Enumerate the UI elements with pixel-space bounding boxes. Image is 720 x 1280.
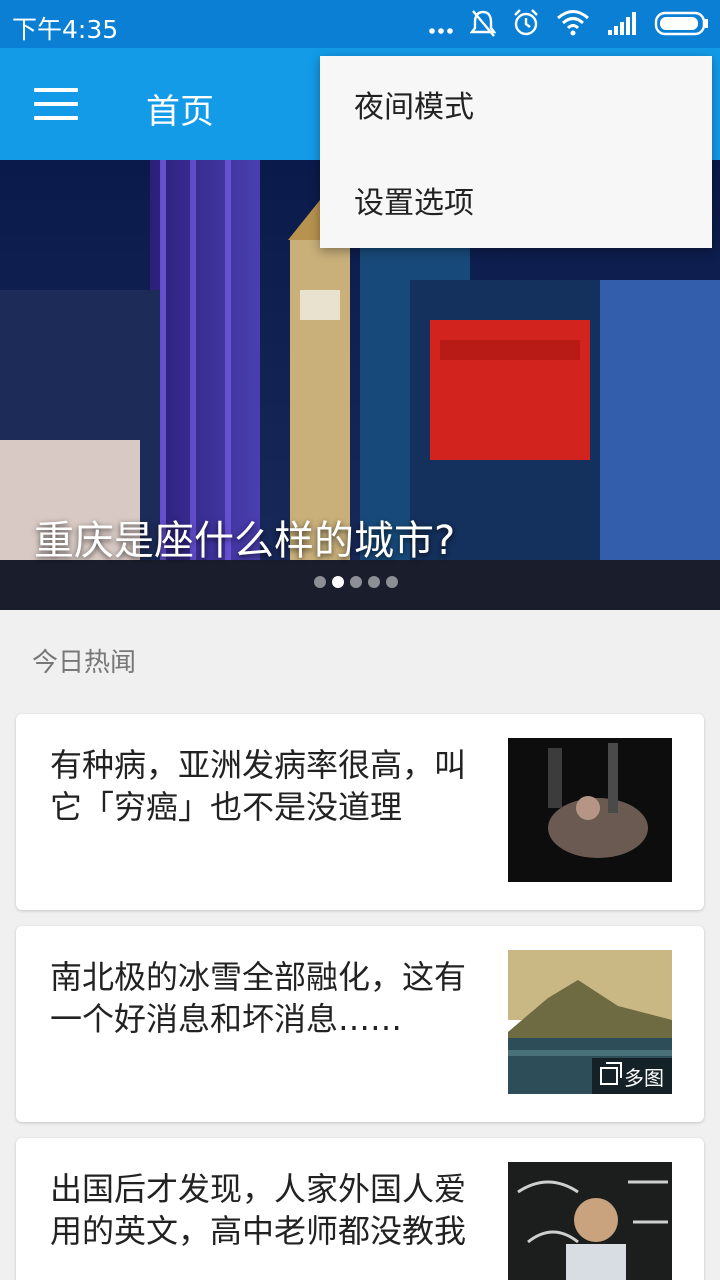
page-title: 首页 (146, 92, 214, 132)
menu-item-night-mode[interactable]: 夜间模式 (320, 56, 712, 152)
carousel-indicator (314, 576, 398, 588)
hero-headline: 重庆是座什么样的城市? (34, 518, 456, 564)
battery-icon (654, 11, 708, 36)
section-title: 今日热闻 (32, 648, 137, 678)
status-icons (428, 8, 710, 38)
story-card[interactable]: 南北极的冰雪全部融化，这有一个好消息和坏消息…… 多图 (16, 926, 704, 1122)
carousel-dot (386, 576, 398, 588)
story-title: 南北极的冰雪全部融化，这有一个好消息和坏消息…… (50, 958, 467, 1038)
status-bar: 下午4:35 (0, 0, 720, 48)
carousel-dot (368, 576, 380, 588)
more-dots-icon (429, 28, 453, 34)
carousel-dot (350, 576, 362, 588)
alarm-icon (514, 9, 538, 36)
multi-image-icon (600, 1062, 622, 1085)
multi-image-badge: 多图 (592, 1058, 672, 1094)
story-thumbnail: 多图 (508, 950, 672, 1094)
status-time: 下午4:35 (12, 15, 119, 44)
story-card[interactable]: 有种病，亚洲发病率很高，叫它「穷癌」也不是没道理 (16, 714, 704, 910)
story-thumbnail (508, 1162, 672, 1280)
signal-icon (608, 12, 636, 35)
hamburger-menu-icon[interactable] (30, 82, 82, 126)
bell-off-icon (470, 10, 496, 37)
menu-item-settings[interactable]: 设置选项 (320, 152, 712, 248)
story-thumbnail (508, 738, 672, 882)
wifi-icon (557, 10, 589, 36)
carousel-dot (314, 576, 326, 588)
overflow-menu: 夜间模式 设置选项 (320, 56, 712, 248)
multi-image-label: 多图 (624, 1065, 664, 1090)
story-title: 有种病，亚洲发病率很高，叫它「穷癌」也不是没道理 (50, 746, 467, 826)
carousel-dot-active (332, 576, 344, 588)
story-title: 出国后才发现，人家外国人爱用的英文，高中老师都没教我 (50, 1170, 467, 1250)
story-card[interactable]: 出国后才发现，人家外国人爱用的英文，高中老师都没教我 (16, 1138, 704, 1280)
